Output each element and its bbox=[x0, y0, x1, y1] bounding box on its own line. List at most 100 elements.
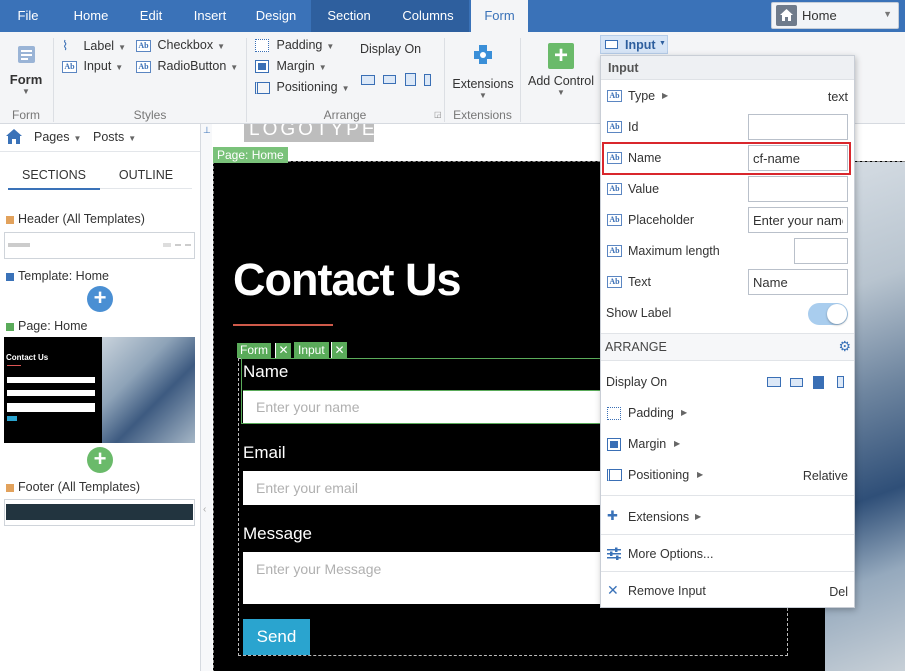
email-input[interactable]: Enter your email bbox=[243, 471, 643, 505]
chevron-down-icon: ▼ bbox=[217, 42, 225, 51]
section-template[interactable]: Template: Home bbox=[6, 269, 109, 283]
input-style-text: Input bbox=[83, 59, 112, 73]
tab-columns[interactable]: Columns bbox=[387, 0, 469, 32]
margin-label: Margin bbox=[628, 437, 667, 451]
margin-icon bbox=[607, 438, 621, 451]
send-button[interactable]: Send bbox=[243, 619, 310, 655]
laptop-icon[interactable] bbox=[790, 378, 803, 387]
type-label: Type bbox=[628, 89, 656, 103]
label-style-button[interactable]: ⌇ Label ▼ bbox=[62, 38, 126, 54]
header-thumbnail[interactable] bbox=[4, 232, 195, 259]
checkbox-icon: Ab bbox=[136, 39, 151, 52]
logotype[interactable]: LOGOTYPE bbox=[244, 124, 375, 142]
tab-design[interactable]: Design bbox=[244, 0, 308, 32]
margin-button[interactable]: Margin ▼ bbox=[255, 59, 327, 74]
name-input[interactable]: Enter your name bbox=[243, 390, 643, 423]
type-value: text bbox=[827, 90, 848, 104]
desktop-icon[interactable] bbox=[361, 74, 375, 85]
input-tag[interactable]: Input bbox=[294, 342, 329, 358]
page-select-value: Home bbox=[802, 8, 837, 23]
page-thumbnail[interactable]: Contact Us bbox=[4, 337, 195, 443]
phone-icon[interactable] bbox=[837, 376, 844, 388]
input-style-button[interactable]: Ab Input ▼ bbox=[62, 59, 123, 73]
form-tag-close-icon[interactable]: ✕ bbox=[275, 343, 291, 358]
chevron-down-icon: ▼ bbox=[73, 134, 82, 143]
extensions-label: Extensions bbox=[452, 77, 514, 91]
thumbnail-photo bbox=[102, 337, 195, 443]
value-row: Ab Value bbox=[601, 174, 854, 205]
input-tag-close-icon[interactable]: ✕ bbox=[331, 342, 347, 358]
tab-file[interactable]: File bbox=[0, 0, 56, 32]
extensions-row[interactable]: ✚ Extensions ▶ bbox=[601, 502, 854, 533]
posts-dropdown[interactable]: Posts ▼ bbox=[93, 130, 136, 144]
tab-form[interactable]: Form bbox=[471, 0, 528, 32]
tablet-icon[interactable] bbox=[404, 73, 416, 87]
type-row[interactable]: Ab Type ▶ text bbox=[601, 81, 854, 112]
tab-home[interactable]: Home bbox=[62, 0, 120, 32]
tab-outline[interactable]: OUTLINE bbox=[100, 168, 192, 189]
padding-row[interactable]: Padding ▶ bbox=[601, 398, 854, 429]
more-options-row[interactable]: More Options... bbox=[601, 539, 854, 570]
radiobutton-icon: Ab bbox=[136, 60, 151, 73]
id-input[interactable] bbox=[748, 114, 848, 140]
message-textarea[interactable]: Enter your Message bbox=[243, 552, 643, 604]
radiobutton-style-button[interactable]: Ab RadioButton ▼ bbox=[136, 59, 238, 73]
remove-shortcut: Del bbox=[829, 585, 848, 599]
page-tag[interactable]: Page: Home bbox=[213, 147, 288, 163]
placeholder-input[interactable] bbox=[748, 207, 848, 233]
margin-row[interactable]: Margin ▶ bbox=[601, 429, 854, 460]
home-icon[interactable] bbox=[5, 128, 23, 146]
contact-heading[interactable]: Contact Us bbox=[233, 254, 462, 306]
tablet-icon[interactable] bbox=[813, 376, 824, 389]
arrange-dialog-launcher-icon[interactable]: ◲ bbox=[434, 110, 442, 119]
more-options-label: More Options... bbox=[628, 547, 714, 561]
left-panel: Pages ▼ Posts ▼ SECTIONS OUTLINE Header (A… bbox=[0, 124, 201, 671]
tab-insert[interactable]: Insert bbox=[182, 0, 238, 32]
tab-edit[interactable]: Edit bbox=[126, 0, 176, 32]
padding-button[interactable]: Padding ▼ bbox=[255, 38, 334, 53]
name-input[interactable] bbox=[748, 145, 848, 171]
section-header[interactable]: Header (All Templates) bbox=[6, 212, 145, 226]
input-menu-button[interactable]: Input ▼ bbox=[600, 35, 668, 54]
margin-icon bbox=[255, 60, 269, 74]
display-on-label: Display On bbox=[360, 42, 422, 56]
id-label: Id bbox=[628, 120, 639, 134]
add-control-button[interactable]: + Add Control ▼ bbox=[524, 40, 598, 102]
plus-icon: + bbox=[548, 43, 574, 69]
section-footer[interactable]: Footer (All Templates) bbox=[6, 480, 140, 494]
pin-icon[interactable]: ⊥ bbox=[203, 125, 211, 136]
footer-thumbnail[interactable] bbox=[4, 499, 195, 526]
panel-splitter[interactable]: ‹ ⊥ bbox=[201, 124, 212, 671]
positioning-row[interactable]: Positioning ▶ Relative bbox=[601, 460, 854, 491]
panel-title: Input bbox=[601, 56, 854, 80]
add-section-button[interactable]: + bbox=[87, 286, 113, 312]
placeholder-label: Placeholder bbox=[628, 213, 695, 227]
extensions-button[interactable]: Extensions ▼ bbox=[449, 40, 517, 102]
form-button[interactable]: Form ▼ bbox=[6, 40, 46, 100]
puzzle-icon: ✚ bbox=[607, 508, 618, 523]
laptop-icon[interactable] bbox=[383, 75, 397, 85]
radiobutton-style-text: RadioButton bbox=[157, 59, 227, 73]
remove-input-row[interactable]: ✕ Remove Input Del bbox=[601, 576, 854, 607]
pages-dropdown[interactable]: Pages ▼ bbox=[34, 130, 81, 144]
tab-sections[interactable]: SECTIONS bbox=[8, 168, 100, 190]
add-section-button[interactable]: + bbox=[87, 447, 113, 473]
phone-icon[interactable] bbox=[424, 73, 432, 86]
group-label-styles: Styles bbox=[133, 108, 167, 122]
positioning-button[interactable]: Positioning ▼ bbox=[255, 80, 350, 94]
value-input[interactable] bbox=[748, 176, 848, 202]
tab-section[interactable]: Section bbox=[311, 0, 387, 32]
maxlength-input[interactable] bbox=[794, 238, 848, 264]
show-label-toggle[interactable] bbox=[808, 303, 848, 325]
text-input[interactable] bbox=[748, 269, 848, 295]
device-buttons bbox=[361, 72, 432, 87]
positioning-icon bbox=[607, 469, 622, 481]
text-label: Text bbox=[628, 275, 651, 289]
checkbox-style-button[interactable]: Ab Checkbox ▼ bbox=[136, 38, 225, 52]
desktop-icon[interactable] bbox=[767, 377, 781, 387]
form-tag[interactable]: Form bbox=[237, 343, 271, 358]
settings-wrench-icon[interactable]: ⚙ bbox=[838, 338, 851, 355]
section-page[interactable]: Page: Home bbox=[6, 319, 87, 333]
arrange-header: ARRANGE ⚙ bbox=[601, 334, 854, 360]
page-select[interactable]: Home ▼ bbox=[771, 2, 899, 29]
